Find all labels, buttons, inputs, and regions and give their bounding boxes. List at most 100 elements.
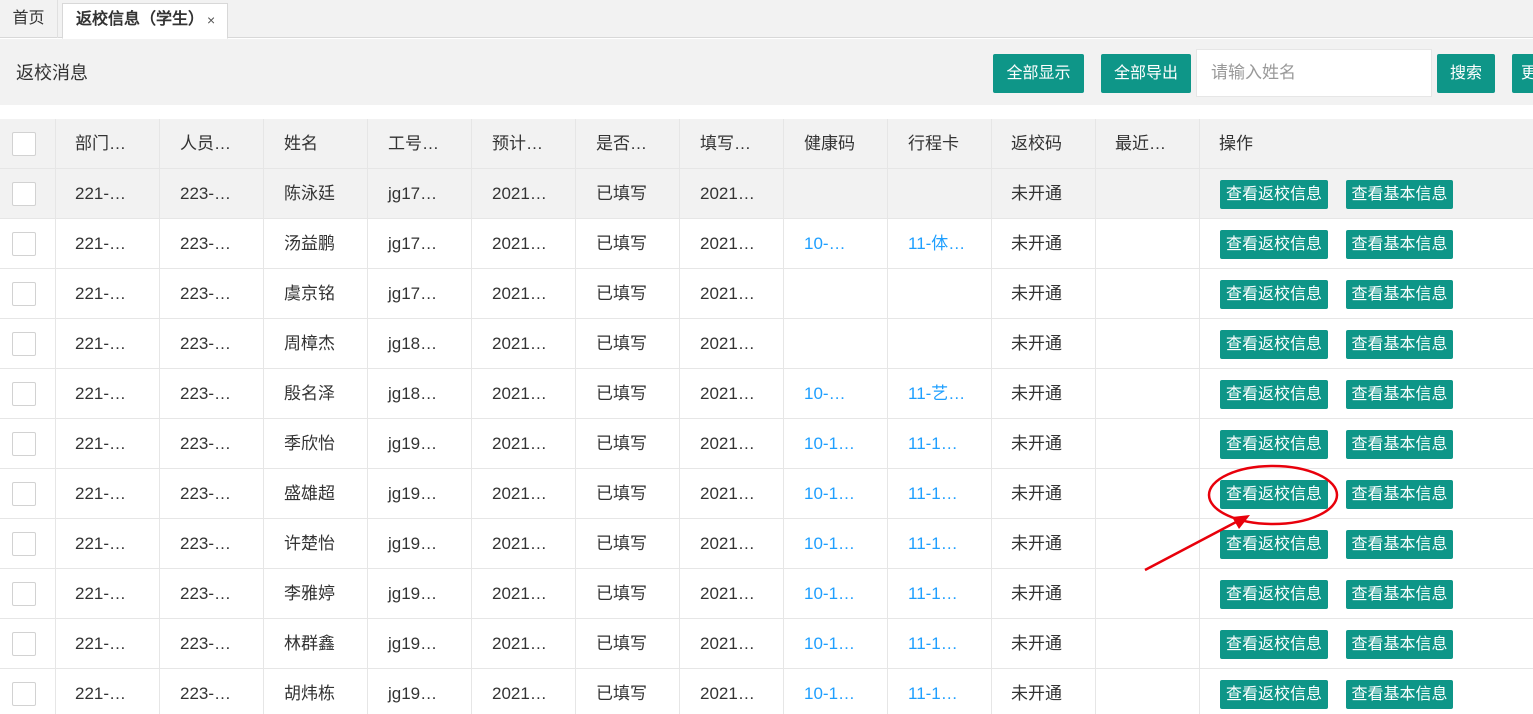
header-person[interactable]: 人员…	[160, 119, 264, 169]
row-checkbox[interactable]	[12, 682, 36, 706]
table-row[interactable]: 221-… 223-… 陈泳廷 jg17… 2021… 已填写 2021… 未开通 查看返校信息…	[0, 169, 1533, 219]
cell-health-code-text[interactable]: 10-1…	[804, 684, 855, 703]
view-basic-info-button[interactable]: 查看基本信息	[1346, 380, 1453, 409]
view-basic-info-button[interactable]: 查看基本信息	[1346, 430, 1453, 459]
cell-trip-card[interactable]: 11-1…	[888, 469, 992, 519]
view-return-info-button[interactable]: 查看返校信息	[1220, 280, 1328, 309]
search-input[interactable]	[1196, 49, 1432, 97]
table-row[interactable]: 221-… 223-… 胡炜栋 jg19… 2021… 已填写 2021… 10-1… 11-1…	[0, 669, 1533, 714]
tab-return-info-student[interactable]: 返校信息（学生） ×	[62, 3, 228, 39]
cell-recent	[1096, 619, 1200, 669]
view-return-info-button[interactable]: 查看返校信息	[1220, 430, 1328, 459]
row-checkbox[interactable]	[12, 632, 36, 656]
row-checkbox[interactable]	[12, 482, 36, 506]
cell-health-code-text[interactable]: 10-1…	[804, 634, 855, 653]
row-checkbox[interactable]	[12, 182, 36, 206]
cell-health-code[interactable]: 10-1…	[784, 519, 888, 569]
cell-health-code[interactable]: 10-1…	[784, 469, 888, 519]
header-trip-card[interactable]: 行程卡	[888, 119, 992, 169]
cell-department-text: 221-…	[75, 684, 127, 703]
table-row[interactable]: 221-… 223-… 季欣怡 jg19… 2021… 已填写 2021… 10-1… 11-1…	[0, 419, 1533, 469]
cell-health-code-text[interactable]: 10-1…	[804, 584, 855, 603]
header-health-code[interactable]: 健康码	[784, 119, 888, 169]
cell-trip-card-text[interactable]: 11-1…	[908, 584, 958, 603]
cell-trip-card-text[interactable]: 11-1…	[908, 434, 958, 453]
cell-health-code[interactable]: 10-1…	[784, 419, 888, 469]
view-return-info-button[interactable]: 查看返校信息	[1220, 230, 1328, 259]
row-checkbox[interactable]	[12, 432, 36, 456]
row-checkbox[interactable]	[12, 282, 36, 306]
view-return-info-button[interactable]: 查看返校信息	[1220, 680, 1328, 709]
table-row[interactable]: 221-… 223-… 许楚怡 jg19… 2021… 已填写 2021… 10-1… 11-1…	[0, 519, 1533, 569]
cell-health-code[interactable]: 10-1…	[784, 619, 888, 669]
table-row[interactable]: 221-… 223-… 盛雄超 jg19… 2021… 已填写 2021… 10-1… 11-1…	[0, 469, 1533, 519]
view-basic-info-button[interactable]: 查看基本信息	[1346, 480, 1453, 509]
search-button[interactable]: 搜索	[1437, 54, 1495, 93]
cell-trip-card-text[interactable]: 11-1…	[908, 484, 958, 503]
cell-trip-card[interactable]: 11-1…	[888, 419, 992, 469]
header-id[interactable]: 工号…	[368, 119, 472, 169]
cell-trip-card-text[interactable]: 11-1…	[908, 534, 958, 553]
view-return-info-button[interactable]: 查看返校信息	[1220, 630, 1328, 659]
cell-trip-card[interactable]: 11-1…	[888, 619, 992, 669]
view-basic-info-button[interactable]: 查看基本信息	[1346, 280, 1453, 309]
export-all-button[interactable]: 全部导出	[1101, 54, 1191, 93]
table-row[interactable]: 221-… 223-… 虞京铭 jg17… 2021… 已填写 2021… 未开通 查看返校信息…	[0, 269, 1533, 319]
view-return-info-button[interactable]: 查看返校信息	[1220, 180, 1328, 209]
cell-trip-card[interactable]: 11-艺…	[888, 369, 992, 419]
cell-health-code[interactable]: 10-1…	[784, 569, 888, 619]
table-row[interactable]: 221-… 223-… 殷名泽 jg18… 2021… 已填写 2021… 10-… 11-艺……	[0, 369, 1533, 419]
cell-expected-text: 2021…	[492, 684, 547, 703]
row-checkbox[interactable]	[12, 382, 36, 406]
header-name[interactable]: 姓名	[264, 119, 368, 169]
header-filled[interactable]: 是否…	[576, 119, 680, 169]
row-checkbox[interactable]	[12, 232, 36, 256]
cell-trip-card[interactable]: 11-体…	[888, 219, 992, 269]
table-row[interactable]: 221-… 223-… 周樟杰 jg18… 2021… 已填写 2021… 未开通 查看返校信息…	[0, 319, 1533, 369]
view-return-info-button[interactable]: 查看返校信息	[1220, 530, 1328, 559]
cell-trip-card[interactable]: 11-1…	[888, 569, 992, 619]
cell-health-code[interactable]: 10-…	[784, 219, 888, 269]
header-department[interactable]: 部门…	[56, 119, 160, 169]
table-row[interactable]: 221-… 223-… 林群鑫 jg19… 2021… 已填写 2021… 10-1… 11-1…	[0, 619, 1533, 669]
cell-trip-card-text[interactable]: 11-艺…	[908, 384, 965, 403]
header-return-code[interactable]: 返校码	[992, 119, 1096, 169]
view-return-info-button[interactable]: 查看返校信息	[1220, 330, 1328, 359]
more-button[interactable]: 更	[1512, 54, 1533, 93]
cell-trip-card-text[interactable]: 11-1…	[908, 634, 958, 653]
view-basic-info-button[interactable]: 查看基本信息	[1346, 180, 1453, 209]
cell-filled: 已填写	[576, 619, 680, 669]
cell-health-code-text[interactable]: 10-…	[804, 384, 846, 403]
view-return-info-button[interactable]: 查看返校信息	[1220, 380, 1328, 409]
view-basic-info-button[interactable]: 查看基本信息	[1346, 530, 1453, 559]
cell-health-code[interactable]: 10-1…	[784, 669, 888, 714]
cell-health-code-text[interactable]: 10-1…	[804, 484, 855, 503]
cell-trip-card-text[interactable]: 11-体…	[908, 234, 965, 253]
header-expected[interactable]: 预计…	[472, 119, 576, 169]
row-checkbox[interactable]	[12, 332, 36, 356]
view-basic-info-button[interactable]: 查看基本信息	[1346, 230, 1453, 259]
cell-health-code-text[interactable]: 10-…	[804, 234, 846, 253]
row-checkbox[interactable]	[12, 582, 36, 606]
view-basic-info-button[interactable]: 查看基本信息	[1346, 680, 1453, 709]
tab-home[interactable]: 首页	[0, 0, 58, 38]
view-return-info-button[interactable]: 查看返校信息	[1220, 580, 1328, 609]
close-icon[interactable]: ×	[207, 4, 215, 36]
header-fill-time[interactable]: 填写…	[680, 119, 784, 169]
view-return-info-button[interactable]: 查看返校信息	[1220, 480, 1328, 509]
cell-health-code[interactable]: 10-…	[784, 369, 888, 419]
cell-trip-card-text[interactable]: 11-1…	[908, 684, 958, 703]
table-row[interactable]: 221-… 223-… 李雅婷 jg19… 2021… 已填写 2021… 10-1… 11-1…	[0, 569, 1533, 619]
cell-health-code-text[interactable]: 10-1…	[804, 534, 855, 553]
cell-trip-card[interactable]: 11-1…	[888, 519, 992, 569]
view-basic-info-button[interactable]: 查看基本信息	[1346, 330, 1453, 359]
cell-trip-card[interactable]: 11-1…	[888, 669, 992, 714]
view-basic-info-button[interactable]: 查看基本信息	[1346, 580, 1453, 609]
select-all-checkbox[interactable]	[12, 132, 36, 156]
header-recent[interactable]: 最近…	[1096, 119, 1200, 169]
view-basic-info-button[interactable]: 查看基本信息	[1346, 630, 1453, 659]
row-checkbox[interactable]	[12, 532, 36, 556]
cell-health-code-text[interactable]: 10-1…	[804, 434, 855, 453]
show-all-button[interactable]: 全部显示	[993, 54, 1084, 93]
table-row[interactable]: 221-… 223-… 汤益鹏 jg17… 2021… 已填写 2021… 10-… 11-体……	[0, 219, 1533, 269]
